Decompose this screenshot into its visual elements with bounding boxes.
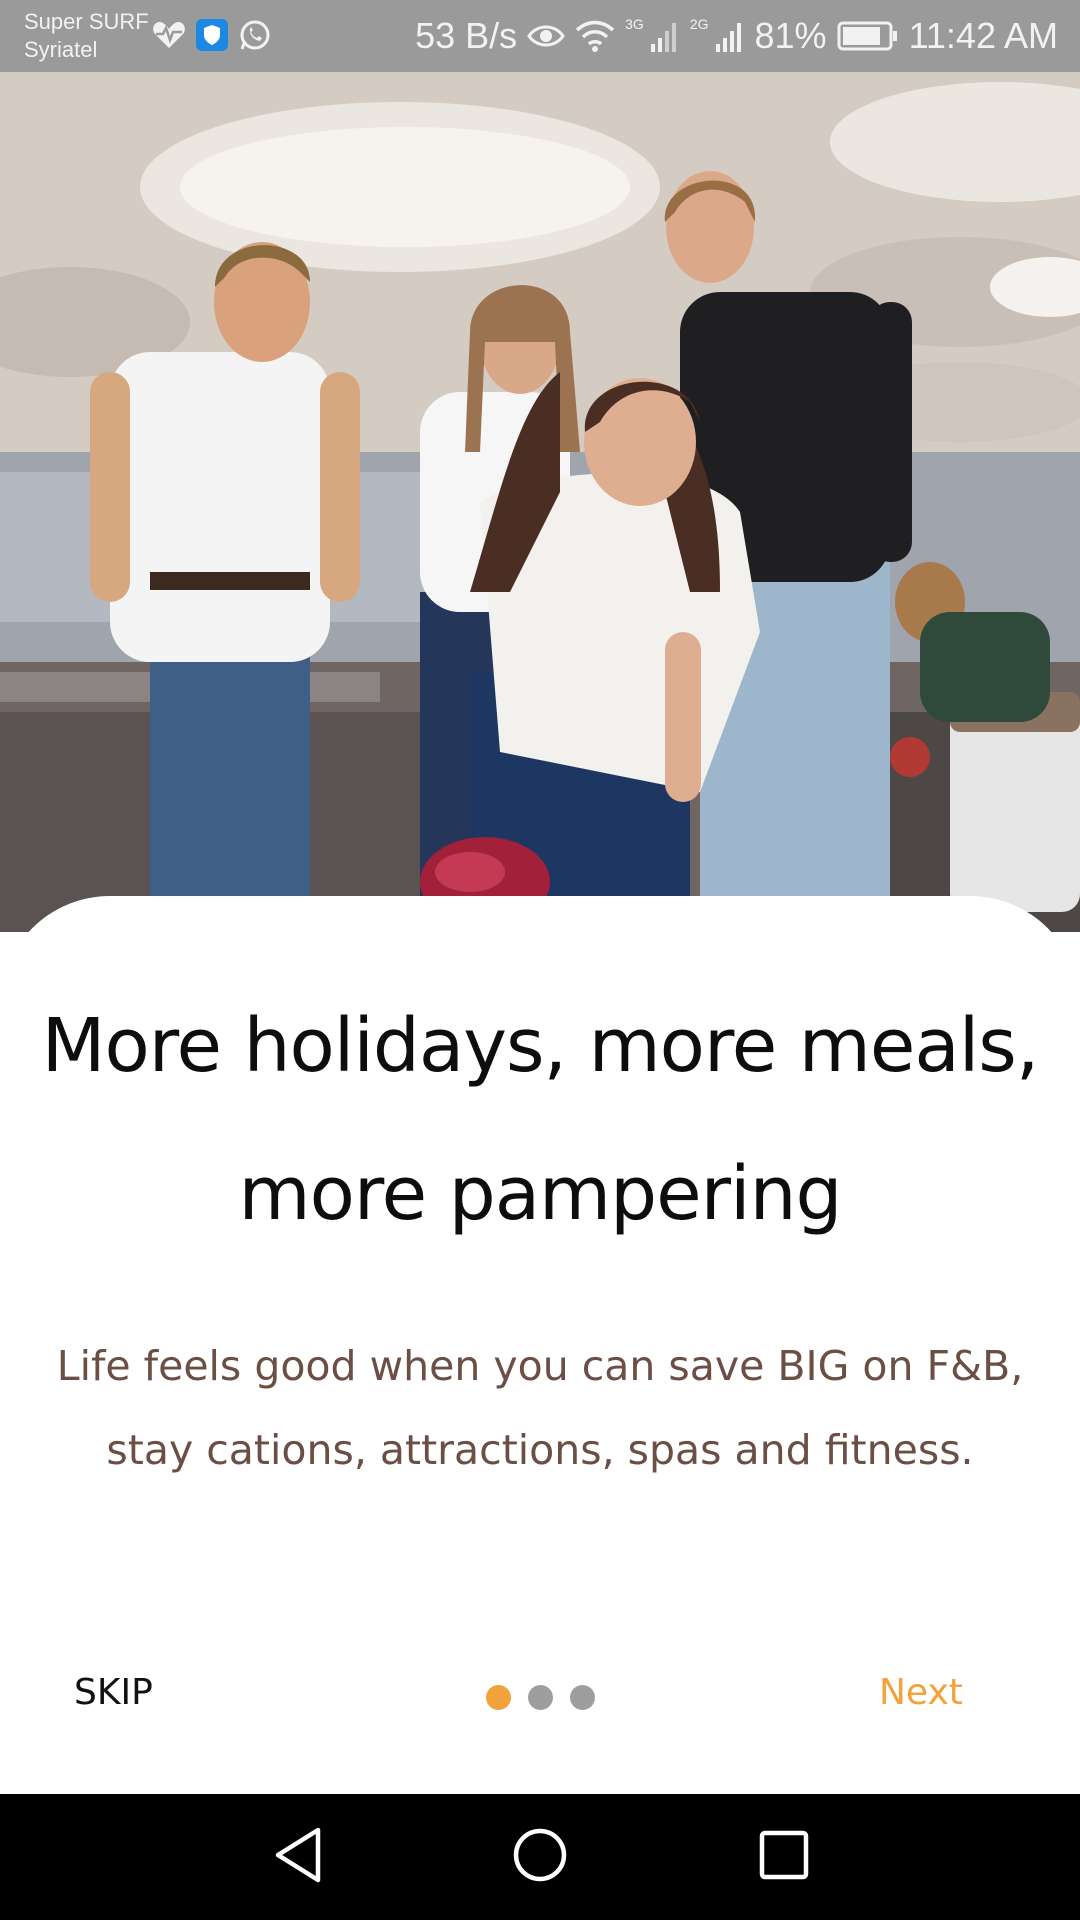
recents-icon[interactable] <box>756 1824 812 1891</box>
notification-icons <box>152 18 272 57</box>
battery-icon <box>837 21 899 51</box>
whatsapp-icon <box>238 18 272 57</box>
home-icon[interactable] <box>512 1824 568 1891</box>
page-dot-3[interactable] <box>570 1685 595 1710</box>
onboarding-headline: More holidays, more meals, more pamperin… <box>41 1003 1040 1237</box>
status-bar: Super SURF Syriatel 53 B/s 3G 2G 81% 11:… <box>0 0 1080 72</box>
network-type-1: 3G <box>625 16 644 32</box>
network-speed: 53 B/s <box>415 15 518 56</box>
skip-button[interactable]: SKIP <box>74 1672 153 1713</box>
carrier-name: Super SURF <box>24 9 149 34</box>
onboarding-description: Life feels good when you can save BIG on… <box>56 1342 1024 1474</box>
next-button[interactable]: Next <box>879 1672 963 1713</box>
status-right: 53 B/s 3G 2G 81% 11:42 AM <box>415 0 1058 72</box>
eye-icon <box>527 22 565 50</box>
network-type-2: 2G <box>689 16 709 32</box>
signal-icon <box>650 20 680 52</box>
hero-photo <box>0 72 1080 932</box>
system-nav-bar <box>0 1794 1080 1920</box>
back-icon[interactable] <box>270 1824 326 1891</box>
wifi-icon <box>575 20 615 52</box>
carrier-operator: Syriatel <box>24 37 98 62</box>
shield-icon <box>196 19 228 56</box>
battery-percent: 81% <box>754 15 827 56</box>
page-indicator <box>486 1685 595 1710</box>
heart-pulse-icon <box>152 20 186 55</box>
clock: 11:42 AM <box>908 15 1058 56</box>
page-dot-1[interactable] <box>486 1685 511 1710</box>
carrier-info: Super SURF Syriatel <box>24 8 149 64</box>
page-dot-2[interactable] <box>528 1685 553 1710</box>
signal-icon <box>715 20 745 52</box>
